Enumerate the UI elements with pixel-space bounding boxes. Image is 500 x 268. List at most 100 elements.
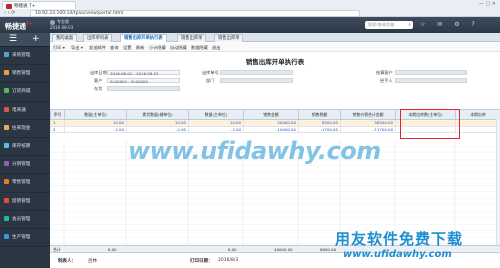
tab-outbound-report[interactable]: 销售出库开单执行表 — [120, 34, 167, 42]
table-cell: -2.00 — [64, 125, 127, 133]
search-icon[interactable]: ⌕ — [408, 22, 411, 28]
sidebar-item[interactable]: 采购管理 — [0, 47, 50, 66]
watermark-url-small: www.ufidawhy.com — [343, 249, 452, 260]
doc-no-label: 出库单号 — [202, 70, 219, 75]
totals-label: 合计 — [53, 247, 61, 252]
table-cell — [455, 125, 500, 133]
sidebar-item[interactable]: 零售管理 — [0, 174, 50, 193]
query-button[interactable]: 查询 — [110, 44, 118, 51]
col-sales-amount[interactable]: 销售金额 — [243, 109, 299, 120]
brand-sup: T+ — [26, 21, 33, 26]
module-icon — [4, 106, 9, 112]
table-cell: 2 — [50, 125, 65, 133]
hide-data-button[interactable]: 数据隐藏 — [191, 44, 208, 51]
warehouse-label: 存货 — [94, 86, 103, 91]
settings-button[interactable]: 设置 — [123, 44, 131, 51]
brand[interactable]: 畅捷通T+ — [5, 21, 32, 31]
report-toolbar: 打印 ▾ 导出 ▾ 发送邮件 查询 设置 刷新 小计隐藏 自动隐藏 数据隐藏 退… — [50, 43, 500, 52]
add-icon[interactable]: + — [32, 34, 40, 45]
sidebar-item-label: 零售管理 — [12, 180, 31, 186]
menu-grid-icon[interactable]: ☰ — [9, 34, 17, 45]
doc-no-field[interactable] — [220, 69, 293, 75]
tab-my-desktop[interactable]: 我的桌面 — [52, 34, 78, 42]
col-period-outbound[interactable]: 本期出库 — [455, 109, 500, 120]
sidebar-item-label: 会员管理 — [12, 216, 31, 222]
print-button[interactable]: 打印 ▾ — [53, 44, 65, 51]
sidebar-item-label: 销售管理 — [12, 71, 31, 77]
report-title: 销售出库开单执行表 — [245, 58, 305, 66]
sidebar-item-label: 往来现金 — [12, 125, 31, 131]
tab-outbound-list[interactable]: 出库单列表 — [83, 34, 113, 42]
col-qty-main[interactable]: 数量(主单位) — [64, 109, 127, 120]
exit-button[interactable]: 退出 — [212, 44, 220, 51]
module-icon — [4, 88, 9, 94]
col-sales-tax[interactable]: 销售税额 — [298, 109, 341, 120]
department-field[interactable] — [220, 77, 293, 83]
col-qty-main-2[interactable]: 数量(主单位) — [188, 109, 244, 120]
send-email-button[interactable]: 发送邮件 — [89, 44, 106, 51]
browser-tab[interactable]: 畅捷通 T+ — [2, 1, 76, 9]
module-icon — [4, 52, 9, 57]
module-icon — [4, 70, 9, 76]
module-icon — [4, 215, 9, 221]
sidebar-item[interactable]: 往来现金 — [0, 120, 50, 138]
tab-outbound-doc-1[interactable]: 销售出库单 — [177, 34, 207, 42]
print-date-label: 打印日期： — [190, 259, 213, 264]
sidebar-item-label: 分销管理 — [12, 162, 31, 168]
module-icon — [4, 179, 9, 185]
sidebar-item-label: 促销管理 — [12, 198, 31, 204]
customer-label: 客户 — [94, 78, 103, 83]
table-cell: -10000.00 — [243, 125, 299, 133]
sidebar-item[interactable]: 订货商城 — [0, 83, 50, 102]
col-total-with-tax[interactable]: 销售价税合计金额 — [340, 109, 396, 120]
maker-label: 制表人： — [58, 259, 76, 264]
settle-customer-label: 结算客户 — [376, 70, 393, 75]
address-bar[interactable]: 10.92.23.100:10/tplus/view/portal.html — [30, 9, 360, 17]
module-icon — [4, 197, 9, 203]
tab-outbound-doc-2[interactable]: 销售出库单 — [214, 34, 244, 42]
browser-tab-title: 畅捷通 T+ — [14, 4, 36, 9]
url-text: 10.92.23.100:10/tplus/view/portal.html — [35, 11, 124, 16]
sidebar-item[interactable]: 销售管理 — [0, 65, 50, 84]
header-icons[interactable]: ☆ ✉ ⚙ ? — [420, 21, 480, 28]
customer-field[interactable]: SL00004 - SL00004 — [107, 77, 180, 83]
warehouse-field[interactable] — [107, 85, 180, 91]
maker-value: 吕林 — [88, 259, 97, 264]
table-cell: -2.00 — [188, 125, 244, 133]
sidebar-item[interactable]: 分销管理 — [0, 156, 50, 175]
window-controls[interactable]: — ▢ ✕ — [479, 1, 496, 7]
auto-hide-button[interactable]: 自动隐藏 — [170, 44, 187, 51]
sidebar-item[interactable]: 生产管理 — [0, 229, 50, 248]
sidebar-item[interactable]: 促销管理 — [0, 193, 50, 211]
vertical-scrollbar[interactable] — [496, 119, 500, 245]
highlight-box — [400, 109, 460, 139]
hide-subtotal-button[interactable]: 小计隐藏 — [149, 44, 166, 51]
watermark-url: www.ufidawhy.com — [128, 137, 381, 165]
totals-tax: 6800.00 — [320, 247, 337, 252]
sidebar-item-label: 采购管理 — [12, 53, 31, 58]
user-info[interactable]: 专业版 2016-08-03 — [50, 19, 73, 30]
brand-name: 畅捷通 — [5, 22, 26, 31]
sidebar-item-label: 电商通 — [12, 107, 26, 113]
col-index[interactable]: 序号 — [50, 109, 65, 120]
sidebar-item[interactable]: 库存核算 — [0, 138, 50, 157]
totals-qty: 8.00 — [108, 247, 117, 252]
handler-field[interactable] — [395, 77, 467, 83]
export-button[interactable]: 导出 ▾ — [71, 44, 83, 51]
table-cell: -1700.00 — [298, 125, 341, 133]
page-tabs: 我的桌面 出库单列表 销售出库开单执行表 销售出库单 销售出库单 — [50, 33, 500, 42]
search-input[interactable]: 搜索/查询功能 ⌕ — [365, 21, 413, 29]
settle-customer-field[interactable] — [395, 69, 467, 75]
date-field[interactable]: 2016.08.02 - 2016.08.03 — [107, 69, 180, 75]
department-label: 部门 — [206, 78, 215, 83]
totals-amount: 40000.00 — [274, 247, 293, 252]
refresh-button[interactable]: 刷新 — [136, 44, 144, 51]
date-label: 出库日期 — [90, 70, 107, 75]
edition-label: 专业版 — [57, 19, 69, 24]
sidebar-item[interactable]: 会员管理 — [0, 211, 50, 229]
browser-chrome: 畅捷通 T+ ‹ › ⟳ 10.92.23.100:10/tplus/view/… — [0, 0, 500, 17]
nav-buttons[interactable]: ‹ › ⟳ — [4, 10, 15, 16]
col-qty-aux[interactable]: 换货数量(辅单位) — [126, 109, 189, 120]
sidebar-item[interactable]: 电商通 — [0, 102, 50, 120]
app-header: 畅捷通T+ 专业版 2016-08-03 搜索/查询功能 ⌕ ☆ ✉ ⚙ ? — [0, 17, 500, 33]
